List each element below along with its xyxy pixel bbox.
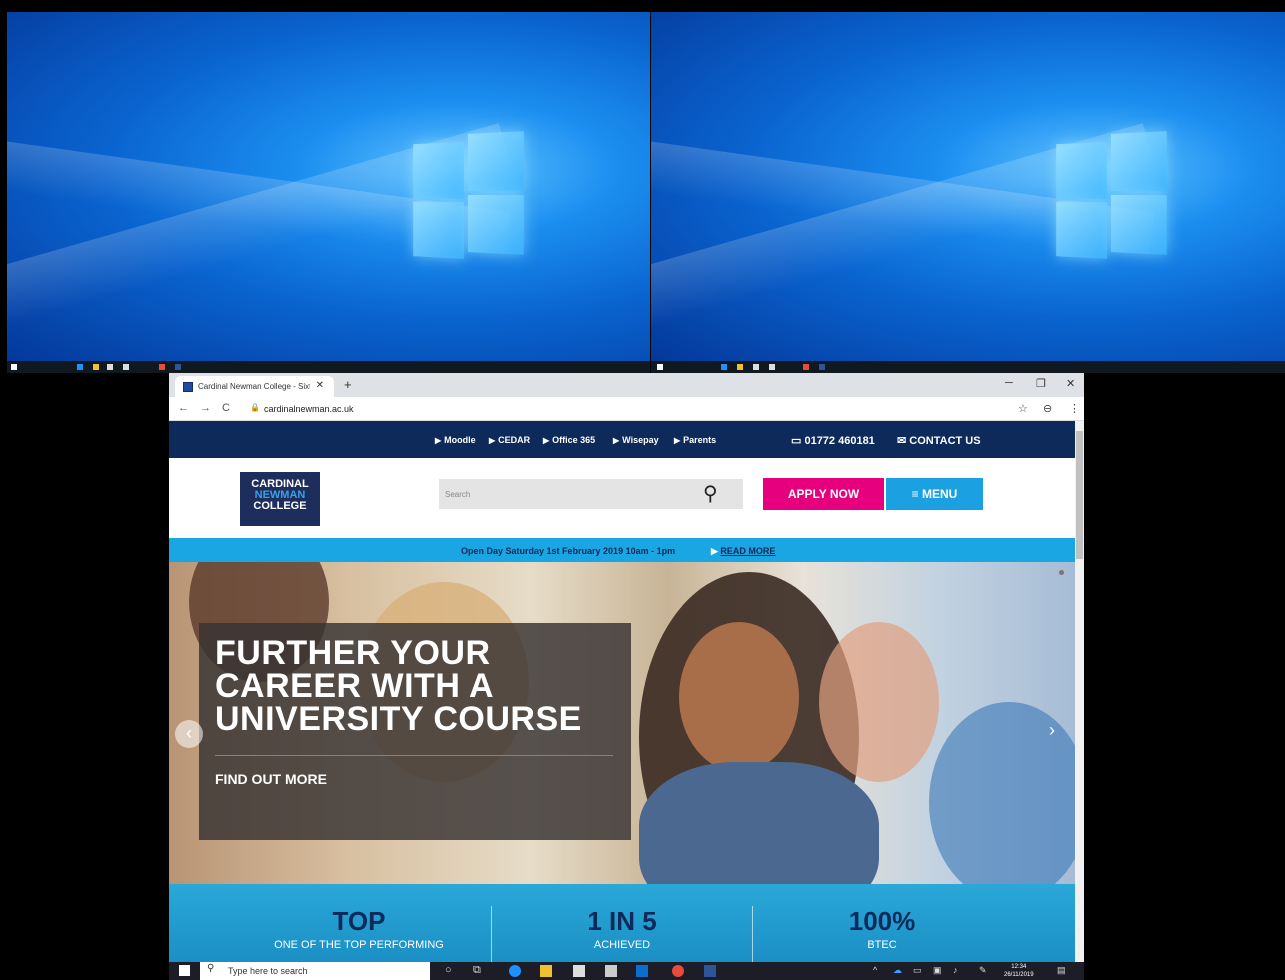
tab-title: Cardinal Newman College - Sixth: [198, 382, 310, 391]
nav-link-cedar[interactable]: CEDAR: [489, 435, 530, 445]
word-icon[interactable]: [175, 364, 181, 370]
new-tab-button[interactable]: +: [344, 377, 352, 392]
scrollbar-thumb[interactable]: [1076, 431, 1083, 559]
taskbar-search-input[interactable]: ⚲ Type here to search: [200, 962, 430, 980]
carousel-prev-button[interactable]: ‹: [175, 720, 203, 748]
back-icon[interactable]: ←: [178, 402, 189, 414]
hero-carousel: FURTHER YOUR CAREER WITH A UNIVERSITY CO…: [169, 562, 1075, 884]
carousel-next-button[interactable]: ›: [1049, 720, 1055, 741]
pen-icon[interactable]: ✎: [979, 965, 987, 976]
chrome-icon[interactable]: [159, 364, 165, 370]
carousel-dot[interactable]: [1059, 570, 1064, 575]
stats-strip: TOP ONE OF THE TOP PERFORMING 1 IN 5 ACH…: [169, 884, 1075, 962]
nav-link-wisepay[interactable]: Wisepay: [613, 435, 658, 445]
phone-icon: ▭: [791, 435, 805, 447]
mail-icon: ✉: [897, 435, 910, 447]
taskbar-clock[interactable]: 12:34 26/11/2019: [1004, 963, 1034, 979]
mail-icon[interactable]: [123, 364, 129, 370]
read-more-link[interactable]: READ MORE: [720, 546, 775, 556]
address-bar[interactable]: 🔒 cardinalnewman.ac.uk: [242, 400, 1012, 418]
forward-icon[interactable]: →: [200, 402, 211, 414]
onedrive-icon[interactable]: ☁: [893, 965, 902, 976]
find-out-more-link[interactable]: FIND OUT MORE: [215, 771, 327, 787]
phone-number[interactable]: ▭ 01772 460181: [791, 434, 875, 447]
file-explorer-icon[interactable]: [540, 965, 552, 977]
store-icon[interactable]: [107, 364, 113, 370]
hero-headline: FURTHER YOUR CAREER WITH A UNIVERSITY CO…: [215, 634, 582, 738]
edge-icon[interactable]: [509, 965, 521, 977]
battery-icon[interactable]: ▭: [913, 965, 922, 976]
edge-icon[interactable]: [77, 364, 83, 370]
college-logo[interactable]: CARDINAL NEWMAN COLLEGE: [240, 472, 320, 526]
menu-button[interactable]: ≡ MENU: [886, 478, 983, 510]
url-text: cardinalnewman.ac.uk: [264, 404, 354, 414]
store-icon[interactable]: [573, 965, 585, 977]
nav-link-moodle[interactable]: Moodle: [435, 435, 476, 445]
network-icon[interactable]: ▣: [933, 965, 942, 976]
task-view-icon[interactable]: ⧉: [473, 964, 481, 977]
word-icon[interactable]: [704, 965, 716, 977]
open-day-banner: Open Day Saturday 1st February 2019 10am…: [169, 538, 1075, 562]
play-icon: ▶: [711, 546, 721, 556]
chrome-window: Cardinal Newman College - Sixth ✕ + ─ ❐ …: [169, 373, 1084, 962]
desktop-wallpaper-left: [7, 12, 650, 361]
desktop-wallpaper-right: [651, 12, 1285, 361]
start-icon[interactable]: [11, 364, 17, 370]
hero-caption-panel: FURTHER YOUR CAREER WITH A UNIVERSITY CO…: [199, 623, 631, 840]
word-icon[interactable]: [819, 364, 825, 370]
tab-strip: Cardinal Newman College - Sixth ✕ + ─ ❐ …: [169, 373, 1084, 397]
stat-one-in-five: 1 IN 5 ACHIEVED: [587, 906, 657, 951]
search-icon[interactable]: ⚲: [703, 481, 718, 506]
favicon-icon: [183, 382, 193, 392]
start-icon[interactable]: [179, 965, 190, 976]
outlook-icon[interactable]: [636, 965, 648, 977]
notifications-icon[interactable]: ▤: [1057, 965, 1066, 976]
volume-icon[interactable]: ♪: [953, 965, 958, 975]
caption-divider: [215, 755, 613, 756]
tray-chevron-icon[interactable]: ^: [873, 965, 877, 975]
open-day-text: Open Day Saturday 1st February 2019 10am…: [461, 546, 676, 556]
minimize-icon[interactable]: ─: [1005, 377, 1013, 389]
contact-us-link[interactable]: ✉ CONTACT US: [897, 434, 981, 447]
hamburger-icon: ≡: [911, 487, 922, 501]
mail-icon[interactable]: [769, 364, 775, 370]
taskbar-left-monitor: [7, 361, 650, 373]
page-scrollbar[interactable]: [1075, 421, 1084, 962]
address-toolbar: ← → C 🔒 cardinalnewman.ac.uk ☆ ⊖ ⋮: [169, 397, 1084, 421]
top-nav-bar: Moodle CEDAR Office 365 Wisepay Parents …: [169, 421, 1075, 458]
browser-tab[interactable]: Cardinal Newman College - Sixth ✕: [175, 376, 334, 397]
more-menu-icon[interactable]: ⋮: [1069, 402, 1080, 415]
profile-icon[interactable]: ⊖: [1043, 402, 1052, 415]
stat-top: TOP ONE OF THE TOP PERFORMING: [274, 906, 444, 951]
bookmark-star-icon[interactable]: ☆: [1018, 402, 1028, 415]
stat-hundred-percent: 100% BTEC: [848, 906, 916, 951]
close-window-icon[interactable]: ✕: [1066, 377, 1075, 390]
chrome-icon[interactable]: [672, 965, 684, 977]
windows-logo-icon: [413, 131, 524, 259]
file-explorer-icon[interactable]: [737, 364, 743, 370]
lock-icon: 🔒: [250, 403, 260, 412]
search-icon: ⚲: [207, 963, 215, 974]
nav-link-parents[interactable]: Parents: [674, 435, 716, 445]
nav-link-office365[interactable]: Office 365: [543, 435, 595, 445]
file-explorer-icon[interactable]: [93, 364, 99, 370]
edge-icon[interactable]: [721, 364, 727, 370]
mail-icon[interactable]: [605, 965, 617, 977]
windows-taskbar: ⚲ Type here to search ○ ⧉ ^ ☁ ▭ ▣ ♪ ✎ 12…: [169, 962, 1084, 980]
site-header: CARDINAL NEWMAN COLLEGE Search ⚲ APPLY N…: [169, 458, 1075, 538]
windows-logo-icon: [1056, 131, 1167, 259]
apply-now-button[interactable]: APPLY NOW: [763, 478, 884, 510]
restore-icon[interactable]: ❐: [1036, 377, 1046, 390]
taskbar-right-monitor: [651, 361, 1285, 373]
site-search-input[interactable]: Search ⚲: [439, 479, 743, 509]
cortana-icon[interactable]: ○: [445, 964, 452, 976]
start-icon[interactable]: [657, 364, 663, 370]
store-icon[interactable]: [753, 364, 759, 370]
web-page: Moodle CEDAR Office 365 Wisepay Parents …: [169, 421, 1075, 962]
reload-icon[interactable]: C: [222, 402, 230, 414]
close-tab-icon[interactable]: ✕: [316, 380, 324, 391]
chrome-icon[interactable]: [803, 364, 809, 370]
